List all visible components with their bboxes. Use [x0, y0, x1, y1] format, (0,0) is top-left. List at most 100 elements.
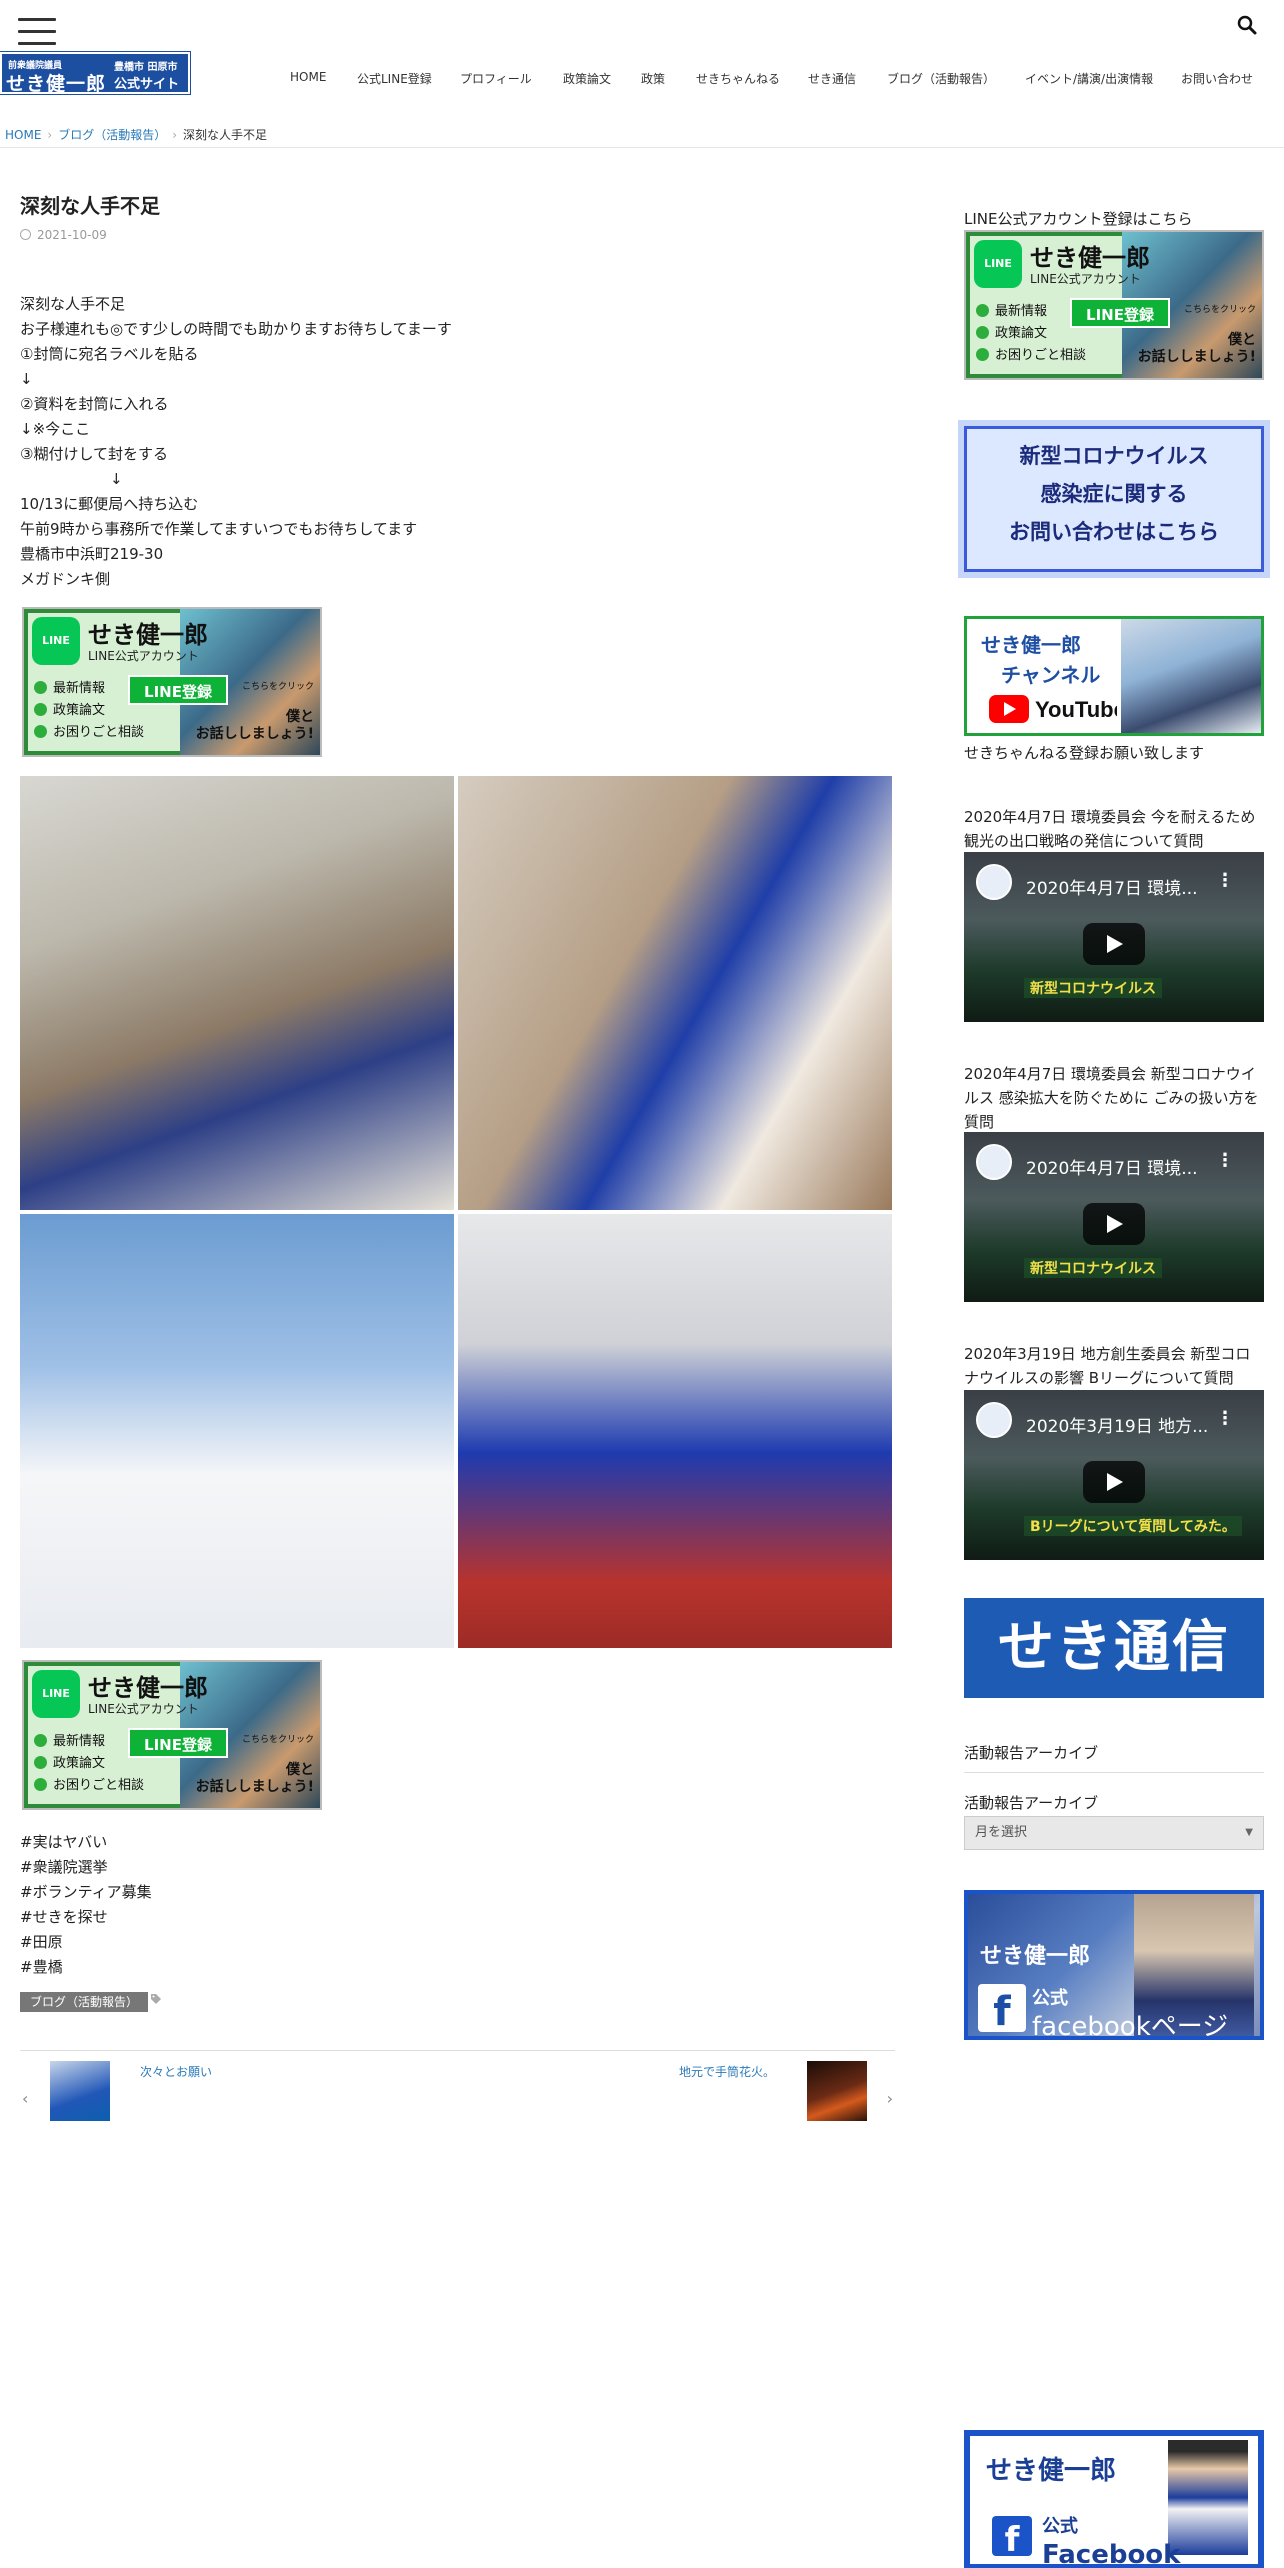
next-post-thumbnail[interactable] — [807, 2061, 867, 2121]
video-caption: 新型コロナウイルス — [1024, 978, 1162, 998]
channel-avatar — [976, 864, 1012, 900]
banner-talk: 僕と お話ししましょう! — [196, 709, 314, 743]
banner-item: お困りごと相談 — [34, 1774, 144, 1793]
nav-line[interactable]: 公式LINE登録 — [357, 70, 432, 87]
fb-banner-kicker: 公式 — [1042, 2516, 1078, 2537]
corona-line: 感染症に関する — [1040, 482, 1188, 506]
line-register-button[interactable]: LINE登録 — [1070, 298, 1170, 328]
line-widget-title: LINE公式アカウント登録はこちら — [964, 210, 1193, 228]
corona-contact-banner[interactable]: 新型コロナウイルス 感染症に関する お問い合わせはこちら — [958, 420, 1270, 578]
video-player[interactable]: 2020年3月19日 地方... ⋮ Bリーグについて質問してみた。 — [964, 1390, 1264, 1560]
hashtag: #ボランティア募集 — [20, 1883, 152, 1901]
facebook-icon: f — [992, 2516, 1032, 2560]
chevron-right-icon[interactable]: › — [887, 2089, 893, 2108]
breadcrumb-current: 深刻な人手不足 — [183, 128, 268, 142]
nav-events[interactable]: イベント/講演/出演情報 — [1025, 70, 1153, 87]
video-player[interactable]: 2020年4月7日 環境... ⋮ 新型コロナウイルス — [964, 852, 1264, 1022]
banner-item: 政策論文 — [34, 1752, 105, 1771]
chevron-right-icon: › — [47, 128, 53, 142]
category-badge[interactable]: ブログ（活動報告） — [20, 1992, 149, 2012]
tag-icon — [151, 1994, 161, 2004]
bullet-icon — [34, 725, 47, 738]
prev-post-link[interactable]: 次々とお願い — [140, 2063, 212, 2080]
nav-profile[interactable]: プロフィール — [460, 70, 532, 87]
nav-blog[interactable]: ブログ（活動報告） — [887, 70, 995, 87]
more-vertical-icon[interactable]: ⋮ — [1216, 1408, 1234, 1429]
facebook-icon: f — [978, 1984, 1026, 2035]
video-caption: Bリーグについて質問してみた。 — [1024, 1516, 1242, 1536]
banner-tap-text: こちらをクリック — [241, 1735, 314, 1745]
video-heading: 2020年4月7日 環境委員会 今を耐えるため 観光の出口戦略の発信について質問 — [964, 808, 1256, 850]
nav-channel[interactable]: せきちゃんねる — [696, 70, 780, 87]
yt-banner-title: せき健一郎 — [981, 633, 1081, 657]
banner-name: せき健一郎 — [88, 621, 208, 649]
video-player-title: 2020年4月7日 環境... — [1026, 879, 1198, 899]
youtube-channel-banner[interactable]: せき健一郎 チャンネル YouTube — [964, 616, 1264, 736]
video-player-title: 2020年3月19日 地方... — [1026, 1417, 1209, 1437]
banner-item-label: 最新情報 — [995, 304, 1048, 319]
play-icon[interactable] — [1083, 1203, 1145, 1245]
play-icon[interactable] — [1083, 1461, 1145, 1503]
nav-home[interactable]: HOME — [290, 70, 326, 84]
banner-talk-line: 僕と — [1228, 332, 1256, 348]
bullet-icon — [976, 304, 989, 317]
prev-post-thumbnail[interactable] — [50, 2061, 110, 2121]
nav-policy-papers[interactable]: 政策論文 — [563, 70, 611, 87]
line-register-banner[interactable]: LINE せき健一郎 LINE公式アカウント 最新情報 政策論文 お困りごと相談… — [22, 1660, 322, 1810]
video-heading: 2020年3月19日 地方創生委員会 新型コロナウイルスの影響 Bリーグについて… — [964, 1345, 1251, 1387]
more-vertical-icon[interactable]: ⋮ — [1216, 1150, 1234, 1171]
banner-item-label: 政策論文 — [53, 1756, 106, 1771]
line-register-banner[interactable]: LINE せき健一郎 LINE公式アカウント 最新情報 政策論文 お困りごと相談… — [964, 230, 1264, 380]
channel-avatar — [976, 1402, 1012, 1438]
video-heading: 2020年4月7日 環境委員会 新型コロナウイルス 感染拡大を防ぐために ごみの… — [964, 1065, 1259, 1131]
banner-item: 最新情報 — [34, 677, 105, 696]
nav-contact[interactable]: お問い合わせ — [1181, 70, 1253, 87]
banner-talk-line: お話ししましょう! — [195, 726, 314, 742]
body-line: 午前9時から事務所で作業してますいつでもお待ちしてます — [20, 520, 418, 538]
photo-envelopes[interactable] — [20, 776, 454, 1210]
archive-heading: 活動報告アーカイブ — [964, 1744, 1099, 1762]
body-line: 10/13に郵便局へ持ち込む — [20, 495, 199, 513]
chevron-left-icon[interactable]: ‹ — [22, 2089, 28, 2108]
banner-talk: 僕と お話ししましょう! — [1138, 332, 1256, 366]
hashtag: #豊橋 — [20, 1958, 63, 1976]
facebook-banner[interactable]: せき健一郎 f 公式 Facebook — [964, 2430, 1264, 2568]
nav-policy[interactable]: 政策 — [641, 70, 665, 87]
site-header: 前衆議院議員 せき健一郎 豊橋市 田原市 公式サイト HOME 公式LINE登録… — [0, 0, 1284, 148]
photo-award[interactable] — [458, 1214, 892, 1648]
line-register-banner[interactable]: LINE せき健一郎 LINE公式アカウント 最新情報 政策論文 お困りごと相談… — [22, 607, 322, 757]
line-register-button[interactable]: LINE登録 — [128, 1728, 228, 1758]
banner-name: せき健一郎 — [88, 1674, 208, 1702]
body-line: 豊橋市中浜町219-30 — [20, 545, 164, 563]
banner-photo — [1168, 2440, 1248, 2556]
hashtag: #実はヤバい — [20, 1833, 108, 1851]
menu-icon[interactable] — [18, 18, 56, 46]
play-icon[interactable] — [1083, 923, 1145, 965]
fb-banner-label: facebookページ — [1032, 2012, 1229, 2040]
body-line: ↓ — [20, 370, 33, 388]
tsushin-banner[interactable]: せき通信 — [964, 1598, 1264, 1698]
youtube-logo-icon: YouTube — [989, 695, 1117, 723]
bullet-icon — [34, 681, 47, 694]
breadcrumb-home[interactable]: HOME — [5, 128, 41, 142]
nav-tsushin[interactable]: せき通信 — [808, 70, 856, 87]
photo-speech[interactable] — [20, 1214, 454, 1648]
more-vertical-icon[interactable]: ⋮ — [1216, 870, 1234, 891]
line-icon: LINE — [974, 240, 1022, 288]
corona-line: 新型コロナウイルス — [1019, 444, 1209, 468]
archive-month-select[interactable]: 月を選択 ▼ — [964, 1816, 1264, 1850]
line-icon: LINE — [32, 1670, 80, 1718]
breadcrumb-category[interactable]: ブログ（活動報告） — [58, 128, 166, 142]
line-register-button[interactable]: LINE登録 — [128, 675, 228, 705]
next-post-link[interactable]: 地元で手筒花火。 — [679, 2063, 775, 2080]
yt-banner-subtitle: チャンネル — [1001, 663, 1101, 687]
banner-sub: LINE公式アカウント — [88, 649, 199, 663]
chevron-down-icon: ▼ — [1245, 1827, 1253, 1838]
photo-with-children[interactable] — [458, 776, 892, 1210]
page-title: 深刻な人手不足 — [20, 194, 160, 218]
facebook-page-banner[interactable]: せき健一郎 f 公式 facebookページ — [964, 1890, 1264, 2040]
search-icon[interactable] — [1236, 14, 1258, 36]
post-date: 2021-10-09 — [20, 228, 107, 242]
banner-item-label: お困りごと相談 — [53, 725, 145, 740]
video-player[interactable]: 2020年4月7日 環境... ⋮ 新型コロナウイルス — [964, 1132, 1264, 1302]
